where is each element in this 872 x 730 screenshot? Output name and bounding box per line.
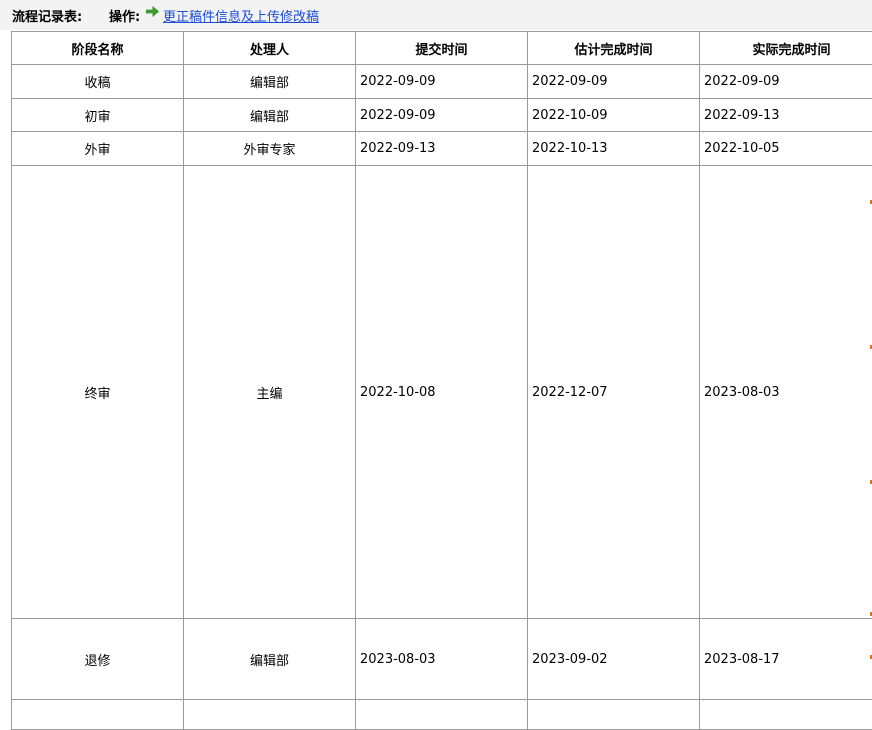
column-header-actual: 实际完成时间 <box>700 32 872 65</box>
handler-cell <box>184 700 356 730</box>
handler-cell: 编辑部 <box>184 99 356 132</box>
actual-cell: 2023-08-03 <box>700 166 872 619</box>
submitted-cell: 2022-09-13 <box>356 132 528 166</box>
operation-label: 操作: <box>109 6 140 25</box>
handler-cell: 主编 <box>184 166 356 619</box>
actual-cell: 2023-08-17 <box>700 619 872 700</box>
estimated-cell: 2022-12-07 <box>528 166 700 619</box>
actual-cell: 2022-10-05 <box>700 132 872 166</box>
stage-cell: 退修 <box>12 619 184 700</box>
estimated-cell: 2022-10-09 <box>528 99 700 132</box>
table-row: 初审 编辑部 2022-09-09 2022-10-09 2022-09-13 <box>12 99 872 132</box>
stage-cell: 外审 <box>12 132 184 166</box>
table-row: 外审 外审专家 2022-09-13 2022-10-13 2022-10-05 <box>12 132 872 166</box>
table-row <box>12 700 872 730</box>
estimated-cell <box>528 700 700 730</box>
submitted-cell: 2023-08-03 <box>356 619 528 700</box>
submitted-cell: 2022-10-08 <box>356 166 528 619</box>
stage-cell: 终审 <box>12 166 184 619</box>
page-title: 流程记录表: <box>12 6 82 25</box>
submitted-cell: 2022-09-09 <box>356 99 528 132</box>
actual-cell: 2022-09-09 <box>700 65 872 99</box>
column-header-stage: 阶段名称 <box>12 32 184 65</box>
handler-cell: 外审专家 <box>184 132 356 166</box>
estimated-cell: 2022-09-09 <box>528 65 700 99</box>
submitted-cell: 2022-09-09 <box>356 65 528 99</box>
submitted-cell <box>356 700 528 730</box>
estimated-cell: 2022-10-13 <box>528 132 700 166</box>
green-arrow-icon <box>145 4 160 19</box>
stage-cell: 初审 <box>12 99 184 132</box>
actual-cell: 2022-09-13 <box>700 99 872 132</box>
stage-cell <box>12 700 184 730</box>
estimated-cell: 2023-09-02 <box>528 619 700 700</box>
table-row: 终审 主编 2022-10-08 2022-12-07 2023-08-03 <box>12 166 872 619</box>
handler-cell: 编辑部 <box>184 619 356 700</box>
table-row: 收稿 编辑部 2022-09-09 2022-09-09 2022-09-09 <box>12 65 872 99</box>
table-row: 退修 编辑部 2023-08-03 2023-09-02 2023-08-17 <box>12 619 872 700</box>
stage-cell: 收稿 <box>12 65 184 99</box>
actual-cell <box>700 700 872 730</box>
column-header-submitted: 提交时间 <box>356 32 528 65</box>
workflow-table: 阶段名称 处理人 提交时间 估计完成时间 实际完成时间 收稿 编辑部 2022-… <box>11 31 872 730</box>
update-manuscript-link[interactable]: 更正稿件信息及上传修改稿 <box>163 6 319 25</box>
table-header-row: 阶段名称 处理人 提交时间 估计完成时间 实际完成时间 <box>12 32 872 65</box>
handler-cell: 编辑部 <box>184 65 356 99</box>
toolbar: 流程记录表: 操作: 更正稿件信息及上传修改稿 <box>0 0 872 30</box>
column-header-handler: 处理人 <box>184 32 356 65</box>
column-header-estimated: 估计完成时间 <box>528 32 700 65</box>
